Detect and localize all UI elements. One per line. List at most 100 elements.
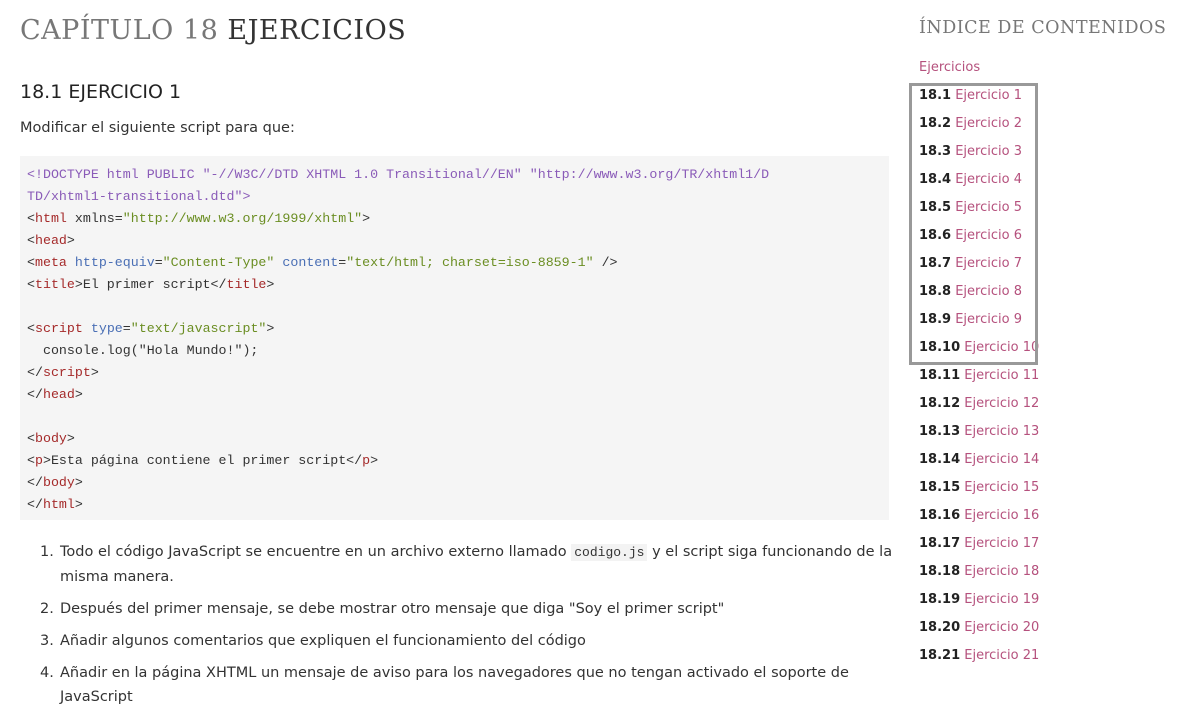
toc-item-number: 18.11 [919, 368, 961, 383]
toc-item-link[interactable]: Ejercicio 20 [964, 620, 1039, 635]
code-token: "-//W3C//DTD XHTML 1.0 Transitional//EN" [202, 167, 522, 182]
code-token: > [362, 211, 371, 226]
chapter-name: EJERCICIOS [227, 15, 407, 46]
code-token: meta [34, 255, 67, 270]
task-item: 1. Todo el código JavaScript se encuentre… [40, 540, 910, 589]
code-token: >El primer script</ [74, 277, 227, 292]
toc-item-number: 18.18 [919, 564, 961, 579]
toc-item: 18.5 Ejercicio 5 [919, 197, 1039, 225]
code-token: < [27, 233, 35, 248]
code-token: script [34, 321, 83, 336]
code-token: title [226, 277, 267, 292]
code-token: /> [593, 255, 618, 270]
section-title: 18.1 EJERCICIO 1 [20, 81, 182, 103]
toc-item: 18.18 Ejercicio 18 [919, 561, 1039, 589]
code-token: </ [27, 475, 43, 490]
task-item: 4. Añadir en la página XHTML un mensaje d… [40, 661, 910, 709]
task-number: 1. [40, 544, 54, 560]
code-token: html [42, 497, 75, 512]
toc-item-number: 18.7 [919, 256, 952, 271]
code-token: content [282, 255, 339, 270]
toc-item-link[interactable]: Ejercicio 14 [964, 452, 1039, 467]
toc-item-number: 18.17 [919, 536, 961, 551]
code-block: <!DOCTYPE html PUBLIC "-//W3C//DTD XHTML… [20, 156, 889, 520]
toc-item-link[interactable]: Ejercicio 6 [955, 228, 1022, 243]
toc-item-link[interactable]: Ejercicio 21 [964, 648, 1039, 663]
toc-item-link[interactable]: Ejercicio 16 [964, 508, 1039, 523]
toc-item-link[interactable]: Ejercicio 3 [955, 144, 1022, 159]
toc-item-link[interactable]: Ejercicio 15 [964, 480, 1039, 495]
toc-item-link[interactable]: Ejercicio 4 [955, 172, 1022, 187]
toc-item-link[interactable]: Ejercicio 7 [955, 256, 1022, 271]
code-token: <!DOCTYPE html PUBLIC [27, 167, 203, 182]
chapter-prefix: CAPÍTULO 18 [20, 15, 219, 46]
code-token: type [90, 321, 123, 336]
toc-title: ÍNDICE DE CONTENIDOS [919, 18, 1167, 38]
code-token: < [27, 453, 35, 468]
toc-item: 18.2 Ejercicio 2 [919, 113, 1039, 141]
toc-item-number: 18.21 [919, 648, 961, 663]
code-line: TD/xhtml1-transitional.dtd"> [27, 189, 250, 204]
toc-item-link[interactable]: Ejercicio 11 [964, 368, 1039, 383]
toc-item: 18.14 Ejercicio 14 [919, 449, 1039, 477]
task-text: Todo el código JavaScript se encuentre e… [60, 544, 572, 560]
code-token: http-equiv [74, 255, 155, 270]
code-token: = [154, 255, 163, 270]
toc-item-number: 18.14 [919, 452, 961, 467]
code-token: > [266, 321, 275, 336]
toc-item: 18.3 Ejercicio 3 [919, 141, 1039, 169]
toc-item-number: 18.20 [919, 620, 961, 635]
intro-text: Modificar el siguiente script para que: [20, 120, 295, 136]
toc-item-link[interactable]: Ejercicio 19 [964, 592, 1039, 607]
code-token: < [27, 431, 35, 446]
toc-item: 18.12 Ejercicio 12 [919, 393, 1039, 421]
code-token: < [27, 211, 35, 226]
toc-item: 18.9 Ejercicio 9 [919, 309, 1039, 337]
code-token: "http://www.w3.org/TR/xhtml1/D [529, 167, 770, 182]
toc-item: 18.11 Ejercicio 11 [919, 365, 1039, 393]
code-token: < [27, 255, 35, 270]
task-number: 3. [40, 633, 54, 649]
code-token: > [90, 365, 99, 380]
code-token: > [66, 431, 75, 446]
code-token: head [42, 387, 75, 402]
toc-item-number: 18.6 [919, 228, 952, 243]
toc-item-link[interactable]: Ejercicio 9 [955, 312, 1022, 327]
task-text: Añadir en la página XHTML un mensaje de … [60, 665, 849, 705]
toc-item-link[interactable]: Ejercicio 10 [964, 340, 1039, 355]
toc-item-link[interactable]: Ejercicio 12 [964, 396, 1039, 411]
toc-item-link[interactable]: Ejercicio 13 [964, 424, 1039, 439]
task-item: 3. Añadir algunos comentarios que expliqu… [40, 629, 910, 653]
toc-item: 18.15 Ejercicio 15 [919, 477, 1039, 505]
code-token: > [66, 233, 75, 248]
toc-item-link[interactable]: Ejercicio 2 [955, 116, 1022, 131]
code-token: > [74, 475, 83, 490]
code-line: <meta http-equiv="Content-Type" content=… [27, 255, 618, 270]
task-number: 2. [40, 601, 54, 617]
toc-item-number: 18.13 [919, 424, 961, 439]
toc-top-link[interactable]: Ejercicios [919, 60, 980, 75]
code-token: "text/html; charset=iso-8859-1" [346, 255, 594, 270]
code-token: p [362, 453, 371, 468]
code-line: <body> [27, 431, 75, 446]
code-token: TD/xhtml1-transitional.dtd"> [27, 189, 251, 204]
toc-item-number: 18.2 [919, 116, 952, 131]
toc-item: 18.1 Ejercicio 1 [919, 85, 1039, 113]
toc-item-link[interactable]: Ejercicio 17 [964, 536, 1039, 551]
toc-item: 18.20 Ejercicio 20 [919, 617, 1039, 645]
code-line: </html> [27, 497, 83, 512]
code-token: head [34, 233, 67, 248]
code-token: >Esta página contiene el primer script</ [42, 453, 363, 468]
toc-item-link[interactable]: Ejercicio 1 [955, 88, 1022, 103]
toc-item-link[interactable]: Ejercicio 5 [955, 200, 1022, 215]
code-line: </body> [27, 475, 83, 490]
code-line: <head> [27, 233, 75, 248]
task-list: 1. Todo el código JavaScript se encuentre… [40, 540, 910, 717]
code-token: > [74, 387, 83, 402]
toc-item-link[interactable]: Ejercicio 8 [955, 284, 1022, 299]
code-token: console.log("Hola Mundo!"); [27, 343, 259, 358]
toc-item-link[interactable]: Ejercicio 18 [964, 564, 1039, 579]
code-token: > [74, 497, 83, 512]
toc-item-number: 18.4 [919, 172, 952, 187]
